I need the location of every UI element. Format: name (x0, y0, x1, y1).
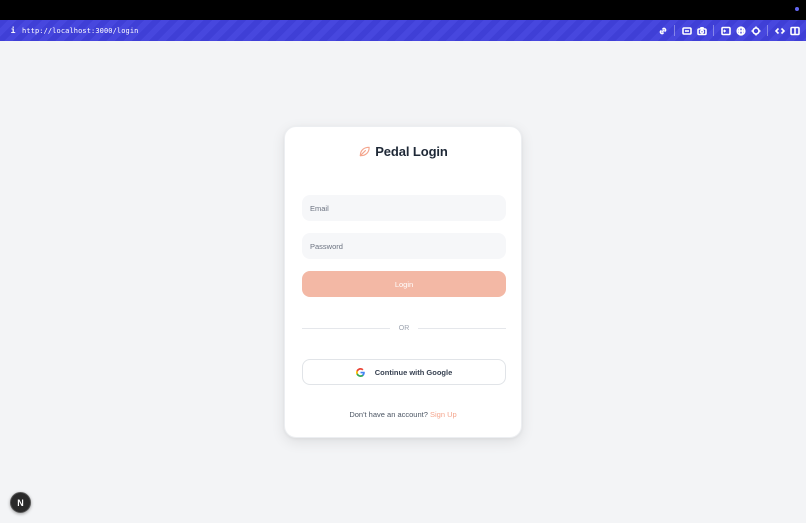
terminal-icon[interactable] (718, 23, 733, 38)
signup-prompt-row: Don't have an account? Sign Up (285, 410, 521, 419)
divider-line-right (418, 327, 506, 329)
divider-line-left (302, 327, 390, 329)
info-icon[interactable]: i (6, 26, 20, 35)
globe-icon[interactable] (733, 23, 748, 38)
or-divider: OR (302, 322, 506, 334)
browser-toolbar (655, 20, 802, 41)
login-card: Pedal Login Login OR Continue with Googl… (284, 126, 522, 438)
toolbar-divider (767, 25, 768, 36)
google-icon (355, 367, 365, 377)
nextjs-dev-badge[interactable]: N (10, 492, 31, 513)
status-dot (795, 7, 799, 11)
screen-icon[interactable] (679, 23, 694, 38)
crosshair-icon[interactable] (748, 23, 763, 38)
camera-icon[interactable] (694, 23, 709, 38)
code-icon[interactable] (772, 23, 787, 38)
google-button-label: Continue with Google (374, 367, 453, 377)
page-title: Pedal Login (375, 144, 448, 159)
card-header: Pedal Login (285, 144, 521, 159)
login-button[interactable]: Login (302, 271, 506, 297)
email-field[interactable] (302, 195, 506, 221)
system-top-bar (0, 0, 806, 20)
divider-label: OR (398, 324, 410, 332)
panel-icon[interactable] (787, 23, 802, 38)
link-icon[interactable] (655, 23, 670, 38)
browser-url-bar: i http://localhost:3000/login (0, 20, 806, 41)
leaf-icon (358, 145, 371, 158)
toolbar-divider (713, 25, 714, 36)
password-field[interactable] (302, 233, 506, 259)
toolbar-divider (674, 25, 675, 36)
signup-link[interactable]: Sign Up (430, 410, 457, 419)
nextjs-logo-icon: N (17, 497, 24, 508)
signup-prompt: Don't have an account? (349, 410, 428, 419)
url-text[interactable]: http://localhost:3000/login (22, 27, 139, 35)
google-signin-button[interactable]: Continue with Google (302, 359, 506, 385)
